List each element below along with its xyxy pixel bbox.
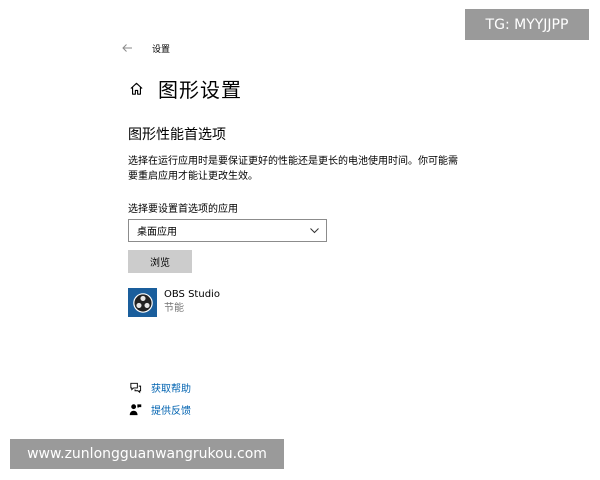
section-title: 图形性能首选项 (128, 127, 226, 143)
app-type-label: 选择要设置首选项的应用 (128, 204, 238, 215)
window-title: 设置 (152, 44, 171, 55)
give-feedback-link[interactable]: 提供反馈 (128, 401, 191, 417)
page-header: 图形设置 (128, 74, 242, 102)
app-name: OBS Studio (164, 289, 220, 300)
watermark-top: TG: MYYJJPP (465, 9, 589, 40)
browse-button[interactable]: 浏览 (128, 250, 192, 273)
obs-studio-icon (128, 288, 157, 317)
back-arrow-icon[interactable] (120, 41, 134, 55)
chevron-down-icon (310, 228, 319, 234)
app-info: OBS Studio 节能 (164, 288, 220, 316)
give-feedback-text: 提供反馈 (151, 405, 191, 417)
chat-help-icon (128, 380, 142, 394)
app-type-dropdown[interactable]: 桌面应用 (128, 219, 327, 242)
get-help-link[interactable]: 获取帮助 (128, 379, 191, 395)
app-list-item[interactable]: OBS Studio 节能 (128, 288, 220, 318)
app-type-selected-value: 桌面应用 (137, 227, 177, 238)
feedback-person-icon (128, 402, 142, 416)
page-title: 图形设置 (158, 77, 242, 102)
get-help-text: 获取帮助 (151, 383, 191, 395)
app-preference: 节能 (164, 303, 184, 314)
watermark-bottom: www.zunlongguanwangrukou.com (10, 439, 284, 469)
home-icon (128, 80, 144, 96)
title-bar: 设置 (120, 40, 170, 56)
section-description: 选择在运行应用时是要保证更好的性能还是更长的电池使用时间。你可能需要重启应用才能… (128, 156, 458, 182)
